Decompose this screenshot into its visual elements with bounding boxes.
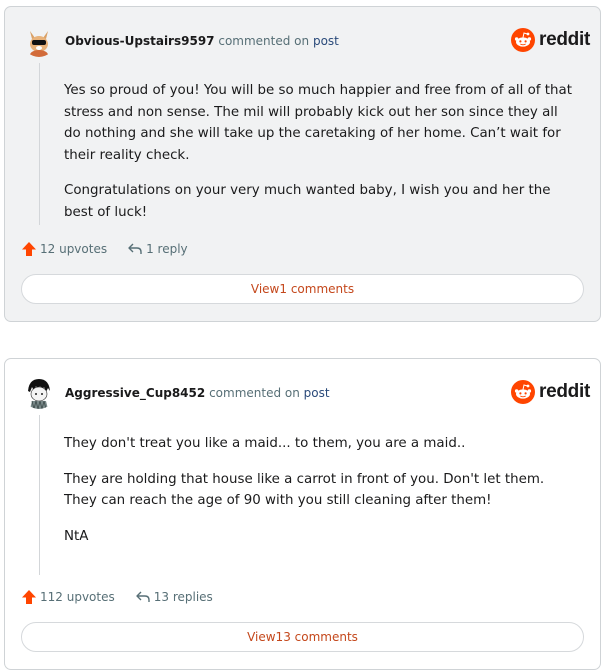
- comment-paragraph: Congratulations on your very much wanted…: [64, 183, 551, 220]
- post-link[interactable]: post: [304, 386, 330, 400]
- post-link[interactable]: post: [313, 34, 339, 48]
- comment-body: They don't treat you like a maid... to t…: [64, 433, 576, 561]
- commented-on-label: commented on: [209, 386, 300, 400]
- comment-paragraph: They don't treat you like a maid... to t…: [64, 436, 466, 451]
- comment-paragraph: Yes so proud of you! You will be so much…: [64, 83, 572, 163]
- reddit-snoo-icon: [511, 28, 536, 52]
- reply-button[interactable]: 1 reply: [127, 241, 188, 257]
- user-avatar[interactable]: [23, 25, 55, 57]
- reply-arrow-icon: [128, 243, 142, 254]
- reddit-wordmark: reddit: [539, 29, 590, 50]
- comment-actions: 112 upvotes 13 replies: [21, 587, 213, 607]
- upvote-button[interactable]: 12 upvotes: [21, 241, 107, 257]
- reply-arrow-icon: [136, 591, 150, 602]
- upvote-arrow-icon: [22, 590, 36, 604]
- upvote-button[interactable]: 112 upvotes: [21, 589, 115, 605]
- comment-header: Aggressive_Cup8452 commented on post red…: [23, 377, 590, 411]
- username[interactable]: Aggressive_Cup8452: [65, 386, 205, 400]
- reply-button[interactable]: 13 replies: [135, 589, 213, 605]
- reddit-logo[interactable]: reddit: [511, 26, 590, 54]
- upvote-arrow-icon: [22, 242, 36, 256]
- upvote-count: 12 upvotes: [40, 242, 108, 256]
- comment-meta: Aggressive_Cup8452 commented on post: [65, 386, 330, 400]
- thread-line: [39, 415, 40, 575]
- comment-header: Obvious-Upstairs9597 commented on post r…: [23, 25, 590, 59]
- comment-paragraph: They are holding that house like a carro…: [64, 471, 545, 509]
- comment-body: Yes so proud of you! You will be so much…: [64, 80, 576, 237]
- comment-paragraph: NtA: [64, 528, 89, 544]
- comment-meta: Obvious-Upstairs9597 commented on post: [65, 34, 339, 48]
- commented-on-label: commented on: [218, 34, 310, 48]
- username[interactable]: Obvious-Upstairs9597: [65, 34, 215, 48]
- comment-actions: 12 upvotes 1 reply: [21, 239, 188, 259]
- thread-line: [39, 63, 40, 225]
- reddit-wordmark: reddit: [539, 381, 590, 402]
- reddit-logo[interactable]: reddit: [511, 378, 590, 406]
- upvote-count: 112 upvotes: [40, 590, 115, 604]
- reddit-snoo-icon: [511, 380, 536, 404]
- view-comments-button[interactable]: View1 comments: [21, 274, 584, 304]
- user-avatar[interactable]: [23, 377, 55, 409]
- comment-card: Aggressive_Cup8452 commented on post red…: [4, 358, 601, 670]
- reply-count: 1 reply: [146, 242, 188, 256]
- comment-card: Obvious-Upstairs9597 commented on post r…: [4, 6, 601, 322]
- reply-count: 13 replies: [153, 590, 213, 604]
- view-comments-button[interactable]: View13 comments: [21, 622, 584, 652]
